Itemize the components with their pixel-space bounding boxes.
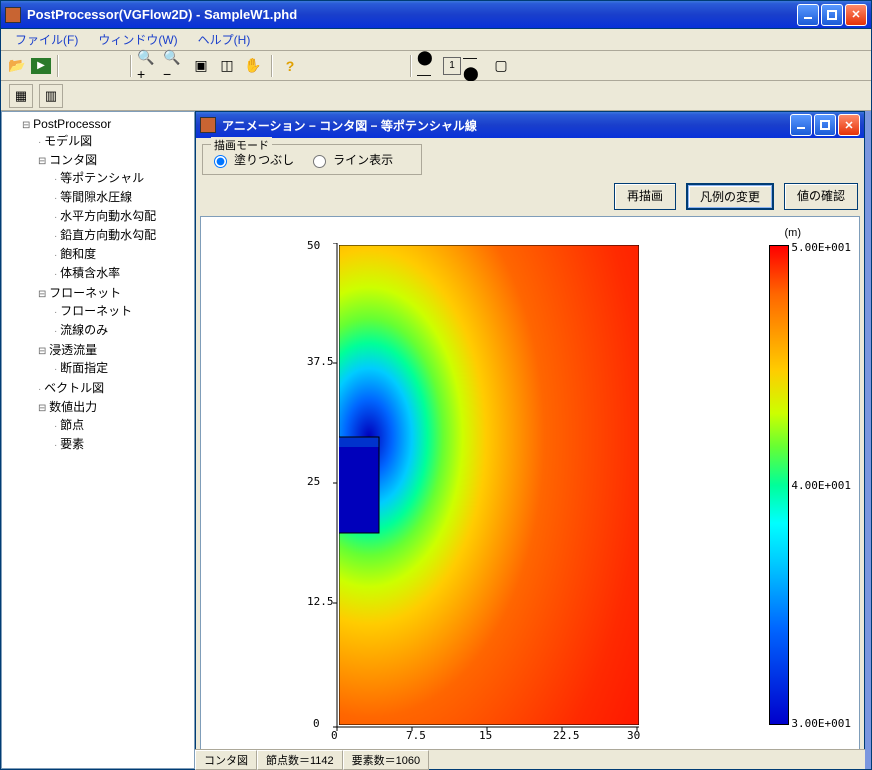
maximize-button[interactable]: [821, 4, 843, 26]
mdi-area: PostProcessor モデル図 コンタ図 等ポテンシャル 等間隙水圧線 水…: [1, 111, 871, 769]
frame-number-icon[interactable]: 1: [443, 57, 461, 75]
close-button[interactable]: ✕: [845, 4, 867, 26]
tree-flownet-0[interactable]: フローネット: [54, 301, 190, 320]
ytick-12: 12.5: [307, 595, 334, 608]
child-minimize-button[interactable]: [790, 114, 812, 136]
minimize-button[interactable]: [797, 4, 819, 26]
fit-icon[interactable]: ▣: [189, 54, 213, 78]
zoom-out-icon[interactable]: 🔍−: [163, 54, 187, 78]
tree-numeric[interactable]: 数値出力 節点 要素: [38, 397, 190, 454]
tree-contour[interactable]: コンタ図 等ポテンシャル 等間隙水圧線 水平方向動水勾配 鉛直方向動水勾配 飽和…: [38, 150, 190, 283]
status-pane2: 節点数＝1142: [257, 750, 343, 770]
pan-icon[interactable]: ✋: [241, 54, 265, 78]
button-row: 再描画 凡例の変更 値の確認: [202, 183, 858, 210]
tree-flownet-1[interactable]: 流線のみ: [54, 320, 190, 339]
tree-numeric-1[interactable]: 要素: [54, 434, 190, 453]
window-buttons: ✕: [797, 4, 867, 26]
zoom-region-icon[interactable]: ◫: [215, 54, 239, 78]
tree-contour-1[interactable]: 等間隙水圧線: [54, 187, 190, 206]
tree-numeric-0[interactable]: 節点: [54, 415, 190, 434]
tree-contour-0[interactable]: 等ポテンシャル: [54, 168, 190, 187]
next-frame-icon[interactable]: —⬤: [463, 54, 487, 78]
main-titlebar: PostProcessor(VGFlow2D) - SampleW1.phd ✕: [1, 1, 871, 29]
child-body: 描画モード 塗りつぶし ライン表示 再描画 凡例の変更 値の確認 Y: [196, 138, 864, 764]
colorbar: [769, 245, 789, 725]
tree-vector[interactable]: ベクトル図: [38, 378, 190, 397]
colorbar-unit: (m): [785, 227, 802, 239]
status-pane3: 要素数＝1060: [343, 750, 429, 770]
ytick-50: 50: [307, 239, 320, 252]
top-controls: 描画モード 塗りつぶし ライン表示: [200, 142, 860, 177]
toolbar-main: 📂 ▶ 🔍+ 🔍− ▣ ◫ ✋ ? ⬤— 1 —⬤ ▢: [1, 51, 871, 81]
tree-panel[interactable]: PostProcessor モデル図 コンタ図 等ポテンシャル 等間隙水圧線 水…: [1, 111, 195, 769]
run-icon[interactable]: ▶: [31, 58, 51, 74]
legend-change-button[interactable]: 凡例の変更: [686, 183, 774, 210]
tree-model[interactable]: モデル図: [38, 131, 190, 150]
status-pane1: コンタ図: [195, 750, 257, 770]
ytick-0: 0: [313, 717, 320, 730]
tree-seepage-0[interactable]: 断面指定: [54, 358, 190, 377]
radio-fill[interactable]: 塗りつぶし: [209, 151, 294, 168]
colorbar-mid: 4.00E+001: [791, 479, 851, 492]
last-frame-icon[interactable]: ▢: [489, 54, 513, 78]
axis-ticks: [333, 243, 643, 733]
open-icon[interactable]: 📂: [5, 54, 29, 78]
child-close-button[interactable]: ✕: [838, 114, 860, 136]
tree-contour-2[interactable]: 水平方向動水勾配: [54, 206, 190, 225]
main-title: PostProcessor(VGFlow2D) - SampleW1.phd: [27, 7, 797, 22]
tree-contour-5[interactable]: 体積含水率: [54, 263, 190, 282]
plot-area: Y: [200, 216, 860, 760]
menu-file[interactable]: ファイル(F): [5, 29, 88, 50]
help-icon[interactable]: ?: [278, 54, 302, 78]
tree-contour-4[interactable]: 飽和度: [54, 244, 190, 263]
toolbar-secondary: ▦ ▥: [1, 81, 871, 111]
ytick-25: 25: [307, 475, 320, 488]
zoom-in-icon[interactable]: 🔍+: [137, 54, 161, 78]
child-window: アニメーション − コンタ図 − 等ポテンシャル線 ✕ 描画モード 塗りつぶし …: [195, 111, 865, 765]
value-check-button[interactable]: 値の確認: [784, 183, 858, 210]
child-icon: [200, 117, 216, 133]
grid-icon[interactable]: ▦: [9, 84, 33, 108]
tree-root[interactable]: PostProcessor モデル図 コンタ図 等ポテンシャル 等間隙水圧線 水…: [22, 116, 190, 455]
tree-seepage[interactable]: 浸透流量 断面指定: [38, 340, 190, 378]
ytick-37: 37.5: [307, 355, 334, 368]
menu-bar: ファイル(F) ウィンドウ(W) ヘルプ(H): [1, 29, 871, 51]
colorbar-min: 3.00E+001: [791, 717, 851, 730]
colorbar-max: 5.00E+001: [791, 241, 851, 254]
first-frame-icon[interactable]: ⬤—: [417, 54, 441, 78]
child-maximize-button[interactable]: [814, 114, 836, 136]
menu-help[interactable]: ヘルプ(H): [188, 29, 261, 50]
redraw-button[interactable]: 再描画: [614, 183, 676, 210]
radio-line[interactable]: ライン表示: [308, 151, 393, 168]
child-titlebar: アニメーション − コンタ図 − 等ポテンシャル線 ✕: [196, 112, 864, 138]
drawmode-group: 描画モード 塗りつぶし ライン表示: [202, 144, 422, 175]
drawmode-legend: 描画モード: [211, 137, 272, 153]
menu-window[interactable]: ウィンドウ(W): [88, 29, 187, 50]
child-title: アニメーション − コンタ図 − 等ポテンシャル線: [222, 117, 790, 134]
tree-contour-3[interactable]: 鉛直方向動水勾配: [54, 225, 190, 244]
status-bar: コンタ図 節点数＝1142 要素数＝1060: [195, 749, 865, 769]
main-window: PostProcessor(VGFlow2D) - SampleW1.phd ✕…: [0, 0, 872, 770]
app-icon: [5, 7, 21, 23]
grid2-icon[interactable]: ▥: [39, 84, 63, 108]
tree-flownet[interactable]: フローネット フローネット 流線のみ: [38, 283, 190, 340]
